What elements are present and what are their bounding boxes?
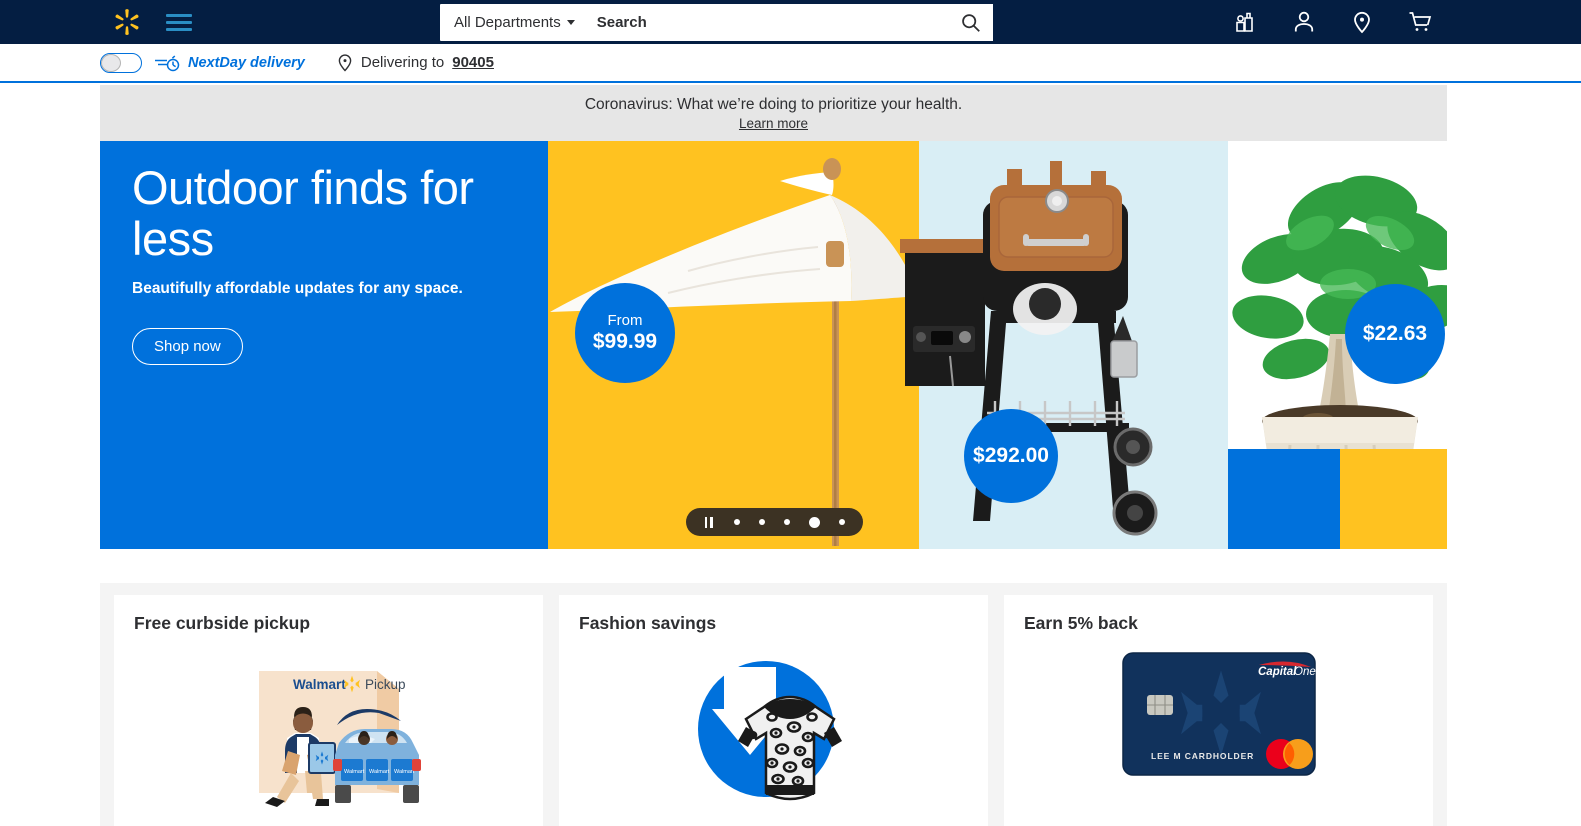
- location-pin-icon[interactable]: [1349, 9, 1375, 35]
- nextday-delivery-toggle[interactable]: [100, 52, 142, 73]
- hero-headline: Outdoor finds for less: [132, 161, 474, 265]
- price-bubble-value: $99.99: [592, 329, 658, 353]
- delivery-bar: NextDay delivery Delivering to 90405: [0, 44, 1581, 83]
- hero-copy: Outdoor finds for less Beautifully affor…: [132, 161, 532, 365]
- card-title: Fashion savings: [579, 613, 717, 633]
- delivering-to-control[interactable]: Delivering to 90405: [337, 53, 494, 72]
- header-icon-group: [1233, 0, 1433, 44]
- site-header: All Departments: [100, 0, 1447, 44]
- all-departments-label: All Departments: [454, 14, 561, 31]
- cart-icon[interactable]: [1407, 9, 1433, 35]
- carousel-controls: [686, 508, 863, 536]
- carousel-dot-2[interactable]: [758, 519, 765, 525]
- hero-yellow-block: [1340, 449, 1447, 549]
- price-bubble-value: $22.63: [1362, 321, 1428, 345]
- hamburger-menu-icon[interactable]: [166, 10, 192, 35]
- walmart-spark-icon[interactable]: [112, 7, 142, 37]
- svg-text:One: One: [1294, 666, 1316, 678]
- hero-blue-block: [1228, 449, 1340, 549]
- nextday-bike-icon: [154, 53, 184, 73]
- svg-text:Capital: Capital: [1258, 666, 1297, 678]
- svg-text:Pickup: Pickup: [365, 677, 406, 692]
- price-bubble-plant[interactable]: $22.63: [1345, 284, 1445, 384]
- svg-text:Walmart: Walmart: [293, 677, 346, 692]
- pause-icon[interactable]: [704, 516, 713, 528]
- coronavirus-message: Coronavirus: What we’re doing to priorit…: [584, 95, 963, 113]
- card-earn-5-percent-back[interactable]: Earn 5% back Capital One LEE M CARDHOLDE…: [1004, 595, 1433, 826]
- delivering-to-label: Delivering to: [360, 54, 445, 71]
- leopard-sweater-illustration: [559, 651, 988, 811]
- price-bubble-grill[interactable]: $292.00: [964, 409, 1058, 503]
- carousel-dot-3[interactable]: [783, 519, 790, 525]
- search-input[interactable]: [584, 4, 947, 41]
- header-left-bleed: [0, 0, 100, 44]
- search-bar: All Departments: [440, 4, 993, 41]
- header-right-bleed: [1447, 0, 1581, 44]
- capital-one-card-illustration: Capital One LEE M CARDHOLDER: [1004, 651, 1433, 777]
- svg-text:LEE M CARDHOLDER: LEE M CARDHOLDER: [1151, 751, 1254, 761]
- location-pin-icon: [337, 53, 353, 72]
- hero-subhead: Beautifully affordable updates for any s…: [132, 279, 463, 297]
- toggle-knob: [101, 53, 121, 72]
- carousel-dot-5[interactable]: [838, 519, 845, 525]
- search-button[interactable]: [947, 4, 993, 41]
- svg-text:Walmart: Walmart: [369, 769, 390, 775]
- card-title: Earn 5% back: [1024, 613, 1138, 633]
- all-departments-dropdown[interactable]: All Departments: [440, 14, 585, 31]
- zip-code[interactable]: 90405: [452, 54, 494, 71]
- svg-text:Walmart: Walmart: [344, 769, 365, 775]
- chevron-down-icon: [566, 20, 575, 25]
- nextday-delivery-control[interactable]: NextDay delivery: [154, 53, 305, 73]
- nextday-delivery-label: NextDay delivery: [188, 54, 305, 71]
- walmart-pickup-illustration: Walmart Pickup Walmart Walmart Walmart: [114, 651, 543, 811]
- card-title: Free curbside pickup: [134, 613, 311, 633]
- price-bubble-value: $292.00: [973, 443, 1049, 467]
- account-icon[interactable]: [1291, 9, 1317, 35]
- price-bubble-umbrella[interactable]: From $99.99: [575, 283, 675, 383]
- price-bubble-prefix: From: [607, 312, 643, 330]
- promo-card-row: Free curbside pickup Walmart Pickup Walm…: [100, 583, 1447, 826]
- hero-carousel: Outdoor finds for less Beautifully affor…: [100, 141, 1447, 549]
- carousel-dot-1[interactable]: [733, 519, 740, 525]
- carousel-dot-4[interactable]: [808, 516, 820, 528]
- coronavirus-banner: Coronavirus: What we’re doing to priorit…: [100, 85, 1447, 141]
- learn-more-link[interactable]: Learn more: [739, 116, 808, 131]
- card-fashion-savings[interactable]: Fashion savings: [559, 595, 988, 826]
- svg-text:Walmart: Walmart: [394, 769, 415, 775]
- pellet-grill-image: [900, 161, 1158, 536]
- grocery-icon[interactable]: [1233, 9, 1259, 35]
- shop-now-button[interactable]: Shop now: [132, 327, 243, 365]
- card-free-curbside-pickup[interactable]: Free curbside pickup Walmart Pickup Walm…: [114, 595, 543, 826]
